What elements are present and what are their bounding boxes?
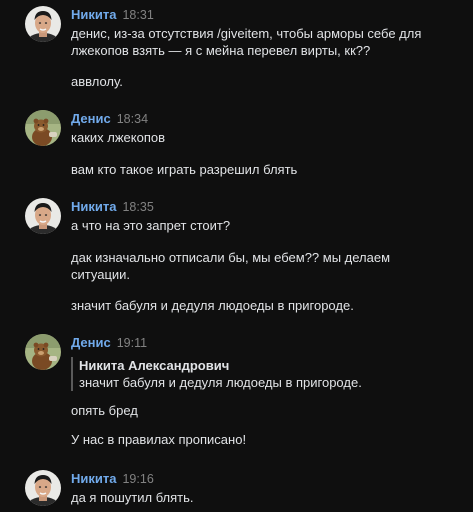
message-text: аввлолу. xyxy=(71,74,123,89)
denis-avatar[interactable] xyxy=(25,334,61,370)
message-time[interactable]: 18:35 xyxy=(122,200,153,214)
message-text: а что на это запрет стоит? xyxy=(71,218,231,233)
message-text: У нас в правилах прописано! xyxy=(71,432,247,447)
reply-quote[interactable]: Никита Александрович значит бабуля и дед… xyxy=(71,357,459,391)
message-text: опять бред xyxy=(71,403,138,418)
message-meta: Денис 18:34 xyxy=(71,111,148,127)
message-text: да я пошутил блять. xyxy=(71,490,194,505)
message-meta: Никита 18:35 xyxy=(71,199,154,215)
message-meta: Никита 19:16 xyxy=(71,471,154,487)
chat-history: Никита 18:31 денис, из-за отсутствия /giv… xyxy=(0,0,473,512)
nikita-avatar[interactable] xyxy=(25,198,61,234)
message-text: вам кто такое играть разрешил блять xyxy=(71,162,298,177)
author-name[interactable]: Денис xyxy=(71,111,111,126)
reply-text: значит бабуля и дедуля людоеды в пригоро… xyxy=(79,375,362,390)
denis-avatar[interactable] xyxy=(25,110,61,146)
reply-author: Никита Александрович xyxy=(79,358,230,373)
message-time[interactable]: 19:16 xyxy=(122,472,153,486)
message-time[interactable]: 19:11 xyxy=(117,336,147,350)
author-name[interactable]: Никита xyxy=(71,471,116,486)
message-meta: Никита 18:31 xyxy=(71,7,154,23)
message-meta: Денис 19:11 xyxy=(71,335,147,351)
nikita-avatar[interactable] xyxy=(25,470,61,506)
message-text: дак изначально отписали бы, мы ебем?? мы… xyxy=(71,250,391,282)
nikita-avatar[interactable] xyxy=(25,6,61,42)
message-text: денис, из-за отсутствия /giveitem, чтобы… xyxy=(71,26,422,58)
message-text: значит бабуля и дедуля людоеды в пригоро… xyxy=(71,298,354,313)
author-name[interactable]: Никита xyxy=(71,7,116,22)
message-text: каких лжекопов xyxy=(71,130,166,145)
author-name[interactable]: Никита xyxy=(71,199,116,214)
message-time[interactable]: 18:31 xyxy=(122,8,153,22)
message-time[interactable]: 18:34 xyxy=(117,112,148,126)
author-name[interactable]: Денис xyxy=(71,335,111,350)
